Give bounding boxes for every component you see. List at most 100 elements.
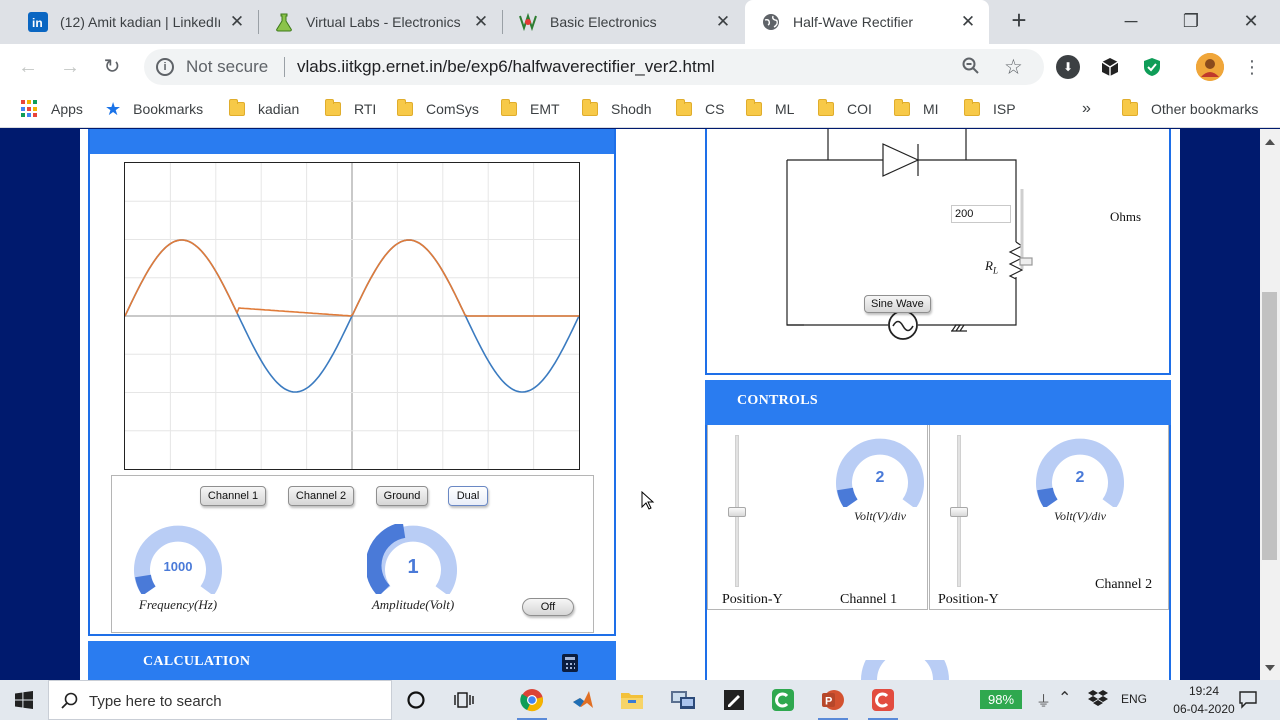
bookmark-folder[interactable]: ComSys xyxy=(397,90,479,128)
profile-avatar[interactable] xyxy=(1196,53,1224,81)
bookmark-star-icon[interactable]: ☆ xyxy=(1004,55,1023,80)
calculator-icon[interactable] xyxy=(562,654,578,672)
channel-2-controls: 2 Volt(V)/div Position-Y Channel 2 xyxy=(929,425,1169,610)
bookmark-folder[interactable]: COI xyxy=(818,90,872,128)
folder-icon xyxy=(676,99,692,116)
menu-kebab-icon[interactable]: ⋮ xyxy=(1240,55,1264,79)
bookmark-apps[interactable]: Apps xyxy=(21,90,83,128)
amplitude-knob[interactable]: 1 xyxy=(365,522,459,597)
reload-button[interactable]: ↻ xyxy=(100,55,124,79)
bookmark-folder[interactable]: Shodh xyxy=(582,90,651,128)
folder-icon xyxy=(818,99,834,116)
notifications-icon[interactable] xyxy=(1238,689,1258,714)
close-tab-icon[interactable]: ✕ xyxy=(472,13,490,31)
oscilloscope-screen xyxy=(124,162,580,470)
language-indicator[interactable]: ENG xyxy=(1121,692,1147,706)
bookmark-other[interactable]: Other bookmarks xyxy=(1122,90,1258,128)
bookmarks-overflow-button[interactable]: » xyxy=(1082,90,1091,128)
sine-wave-button[interactable]: Sine Wave xyxy=(864,295,931,313)
url-text[interactable]: vlabs.iitkgp.ernet.in/be/exp6/halfwavere… xyxy=(297,57,715,77)
channel-1-label: Channel 1 xyxy=(840,592,898,607)
bookmark-folder[interactable]: ISP xyxy=(964,90,1016,128)
load-resistor-label: RL xyxy=(985,258,998,276)
taskbar-search[interactable]: Type here to search xyxy=(48,680,392,720)
powerpoint-icon[interactable]: P xyxy=(818,685,848,720)
tab-linkedin[interactable]: in (12) Amit kadian | LinkedIn ✕ xyxy=(12,0,258,44)
network-app-icon[interactable] xyxy=(668,685,698,715)
page-scrollbar[interactable] xyxy=(1260,129,1280,680)
back-button[interactable]: ← xyxy=(16,55,40,79)
amplitude-label: Amplitude(Volt) xyxy=(371,597,455,612)
position-y-label: Position-Y xyxy=(938,592,999,607)
calculation-title: CALCULATION xyxy=(143,654,251,669)
chrome-icon[interactable] xyxy=(517,685,547,720)
matlab-icon[interactable] xyxy=(568,685,598,715)
bookmark-folder[interactable]: CS xyxy=(676,90,724,128)
shield-extension-icon[interactable] xyxy=(1140,55,1164,79)
clock-date[interactable]: 06-04-2020 xyxy=(1172,702,1236,716)
info-icon[interactable]: i xyxy=(156,58,174,76)
tab-basic-electronics[interactable]: Basic Electronics ✕ xyxy=(502,0,744,44)
battery-indicator[interactable]: 98% xyxy=(980,690,1022,709)
new-tab-button[interactable]: + xyxy=(1006,7,1032,34)
volt-div-knob-1[interactable]: 2 xyxy=(834,437,926,509)
frequency-knob[interactable]: 1000 xyxy=(132,524,224,596)
clock-time[interactable]: 19:24 xyxy=(1172,684,1236,698)
plug-icon: ⏚ xyxy=(1036,693,1052,710)
folder-icon xyxy=(582,99,598,116)
bookmark-folder[interactable]: RTI xyxy=(325,90,376,128)
partial-knob-icon xyxy=(861,660,949,680)
camtasia-green-icon[interactable] xyxy=(768,685,798,715)
task-view-icon[interactable] xyxy=(449,685,479,715)
close-window-button[interactable]: ✕ xyxy=(1238,8,1264,34)
chevron-up-icon[interactable]: ⌃ xyxy=(1058,688,1071,708)
dropbox-icon[interactable] xyxy=(1088,689,1108,712)
scrollbar-thumb[interactable] xyxy=(1262,292,1277,560)
file-explorer-icon[interactable] xyxy=(617,685,647,715)
channel-1-button[interactable]: Channel 1 xyxy=(200,486,266,506)
dual-button[interactable]: Dual xyxy=(448,486,488,506)
load-resistance-input[interactable]: 200 xyxy=(951,205,1011,223)
close-tab-icon[interactable]: ✕ xyxy=(959,13,977,31)
mouse-cursor-icon xyxy=(641,491,655,510)
position-y-slider-thumb[interactable] xyxy=(728,507,746,517)
extension-cube-icon[interactable] xyxy=(1098,55,1122,79)
folder-icon xyxy=(397,99,413,116)
position-y-slider-thumb[interactable] xyxy=(950,507,968,517)
oscilloscope-display xyxy=(124,163,580,469)
windows-logo-icon xyxy=(15,691,33,709)
cortana-icon[interactable] xyxy=(401,685,431,715)
channel-2-button[interactable]: Channel 2 xyxy=(288,486,354,506)
folder-icon xyxy=(746,99,762,116)
download-icon[interactable]: ⬇ xyxy=(1056,55,1080,79)
close-tab-icon[interactable]: ✕ xyxy=(228,13,246,31)
page-viewport: Channel 1 Channel 2 Ground Dual 1000 Fre… xyxy=(0,129,1280,680)
browser-toolbar: ← → ↻ i Not secure vlabs.iitkgp.ernet.in… xyxy=(0,44,1280,90)
folder-icon xyxy=(964,99,980,116)
forward-button[interactable]: → xyxy=(58,55,82,79)
ground-button[interactable]: Ground xyxy=(376,486,428,506)
scroll-down-arrow-icon[interactable] xyxy=(1265,665,1275,671)
bookmark-folder[interactable]: ML xyxy=(746,90,794,128)
camtasia-red-icon[interactable] xyxy=(868,685,898,720)
bookmark-folder[interactable]: kadian xyxy=(229,90,299,128)
star-icon: ★ xyxy=(105,98,122,119)
close-tab-icon[interactable]: ✕ xyxy=(714,13,732,31)
url-separator xyxy=(284,57,285,77)
bookmark-folder[interactable]: EMT xyxy=(501,90,560,128)
address-bar[interactable]: i Not secure vlabs.iitkgp.ernet.in/be/ex… xyxy=(144,49,1044,85)
zoom-icon[interactable] xyxy=(962,57,980,80)
tab-half-wave-rectifier[interactable]: Half-Wave Rectifier ✕ xyxy=(745,0,989,44)
restore-button[interactable]: ❐ xyxy=(1178,8,1204,34)
power-off-button[interactable]: Off xyxy=(522,598,574,616)
tab-virtual-labs[interactable]: Virtual Labs - Electronics ✕ xyxy=(258,0,502,44)
bookmark-bookmarks[interactable]: ★ Bookmarks xyxy=(105,90,203,128)
volt-div-knob-2[interactable]: 2 xyxy=(1034,437,1126,509)
scroll-up-arrow-icon[interactable] xyxy=(1265,139,1275,145)
minimize-button[interactable]: ─ xyxy=(1118,8,1144,34)
start-button[interactable] xyxy=(0,680,48,720)
linkedin-icon: in xyxy=(28,12,48,32)
bookmark-folder[interactable]: MI xyxy=(894,90,939,128)
calculation-bar[interactable]: CALCULATION xyxy=(88,641,616,680)
notes-app-icon[interactable] xyxy=(719,685,749,715)
